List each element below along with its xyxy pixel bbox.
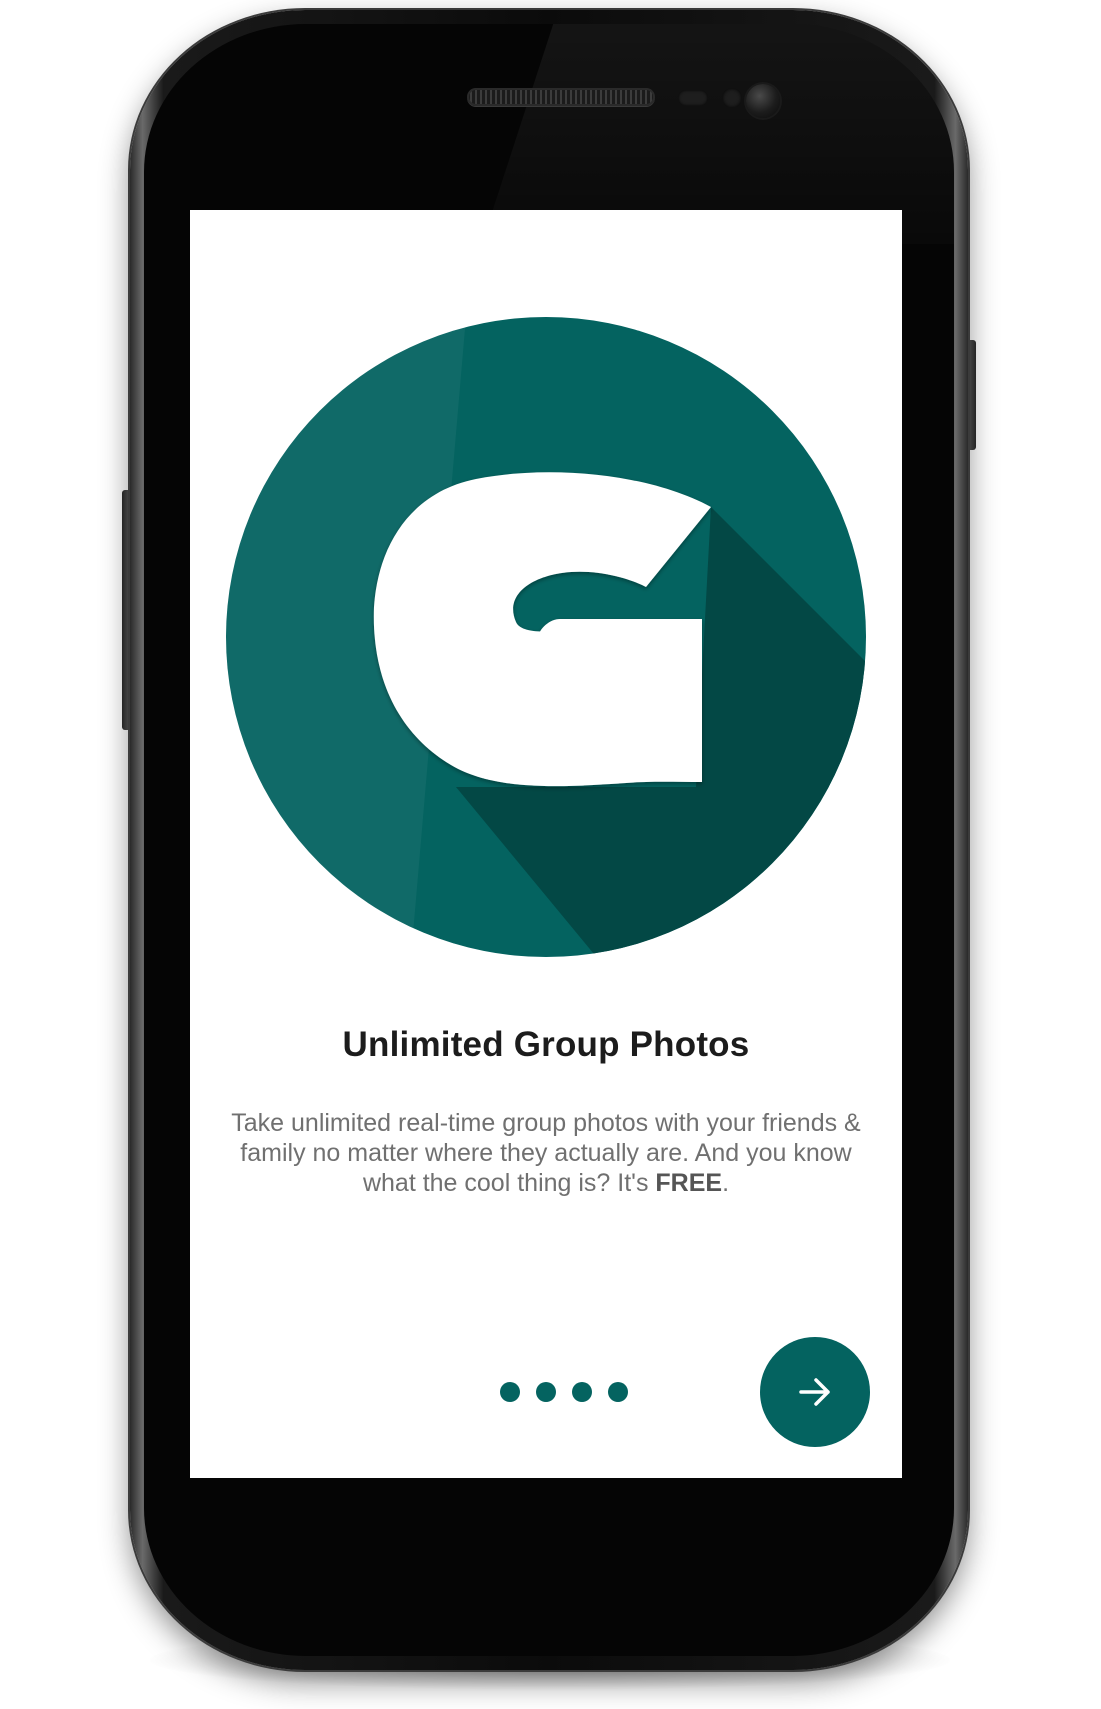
app-screen: Unlimited Group Photos Take unlimited re… [190,210,902,1478]
device-mockup: Unlimited Group Photos Take unlimited re… [0,0,1101,1709]
slide-description: Take unlimited real-time group photos wi… [216,1108,876,1198]
slide-title: Unlimited Group Photos [342,1025,750,1064]
g-logo-icon [226,317,866,957]
next-button[interactable] [760,1337,870,1447]
page-indicator [500,1382,628,1402]
page-indicator-dot [536,1382,556,1402]
page-indicator-dot [572,1382,592,1402]
light-sensor [722,88,742,108]
slide-description-emphasis: FREE [655,1169,723,1197]
earpiece-speaker [467,88,655,106]
slide-description-end: . [722,1169,730,1197]
page-indicator-dot [500,1382,520,1402]
group-photo-g-logo [226,317,866,957]
proximity-sensor [678,90,708,106]
page-indicator-dot [608,1382,628,1402]
slide-description-text: Take unlimited real-time group photos wi… [231,1109,861,1197]
arrow-right-icon [799,1378,830,1406]
front-camera [746,84,780,118]
